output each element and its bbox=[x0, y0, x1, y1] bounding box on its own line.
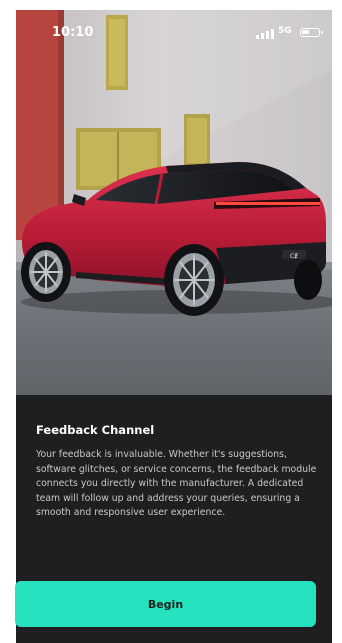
car-photo: CɆ bbox=[16, 10, 332, 395]
vehicle-badge: CɆ bbox=[290, 253, 298, 260]
feedback-description: Your feedback is invaluable. Whether it'… bbox=[36, 449, 317, 519]
app-screen: CɆ 10:10 5G Feedback Channel Your feedba… bbox=[16, 10, 332, 643]
status-bar: 10:10 5G bbox=[16, 10, 332, 54]
rear-wheel bbox=[164, 244, 224, 316]
signal-bars-icon bbox=[256, 29, 274, 39]
battery-icon bbox=[300, 28, 323, 37]
hero-image: CɆ 10:10 5G bbox=[16, 10, 332, 395]
front-wheel bbox=[21, 242, 71, 302]
begin-button[interactable]: Begin bbox=[15, 581, 316, 627]
status-time: 10:10 bbox=[52, 25, 94, 40]
network-type: 5G bbox=[278, 26, 292, 36]
feedback-title: Feedback Channel bbox=[36, 423, 155, 437]
